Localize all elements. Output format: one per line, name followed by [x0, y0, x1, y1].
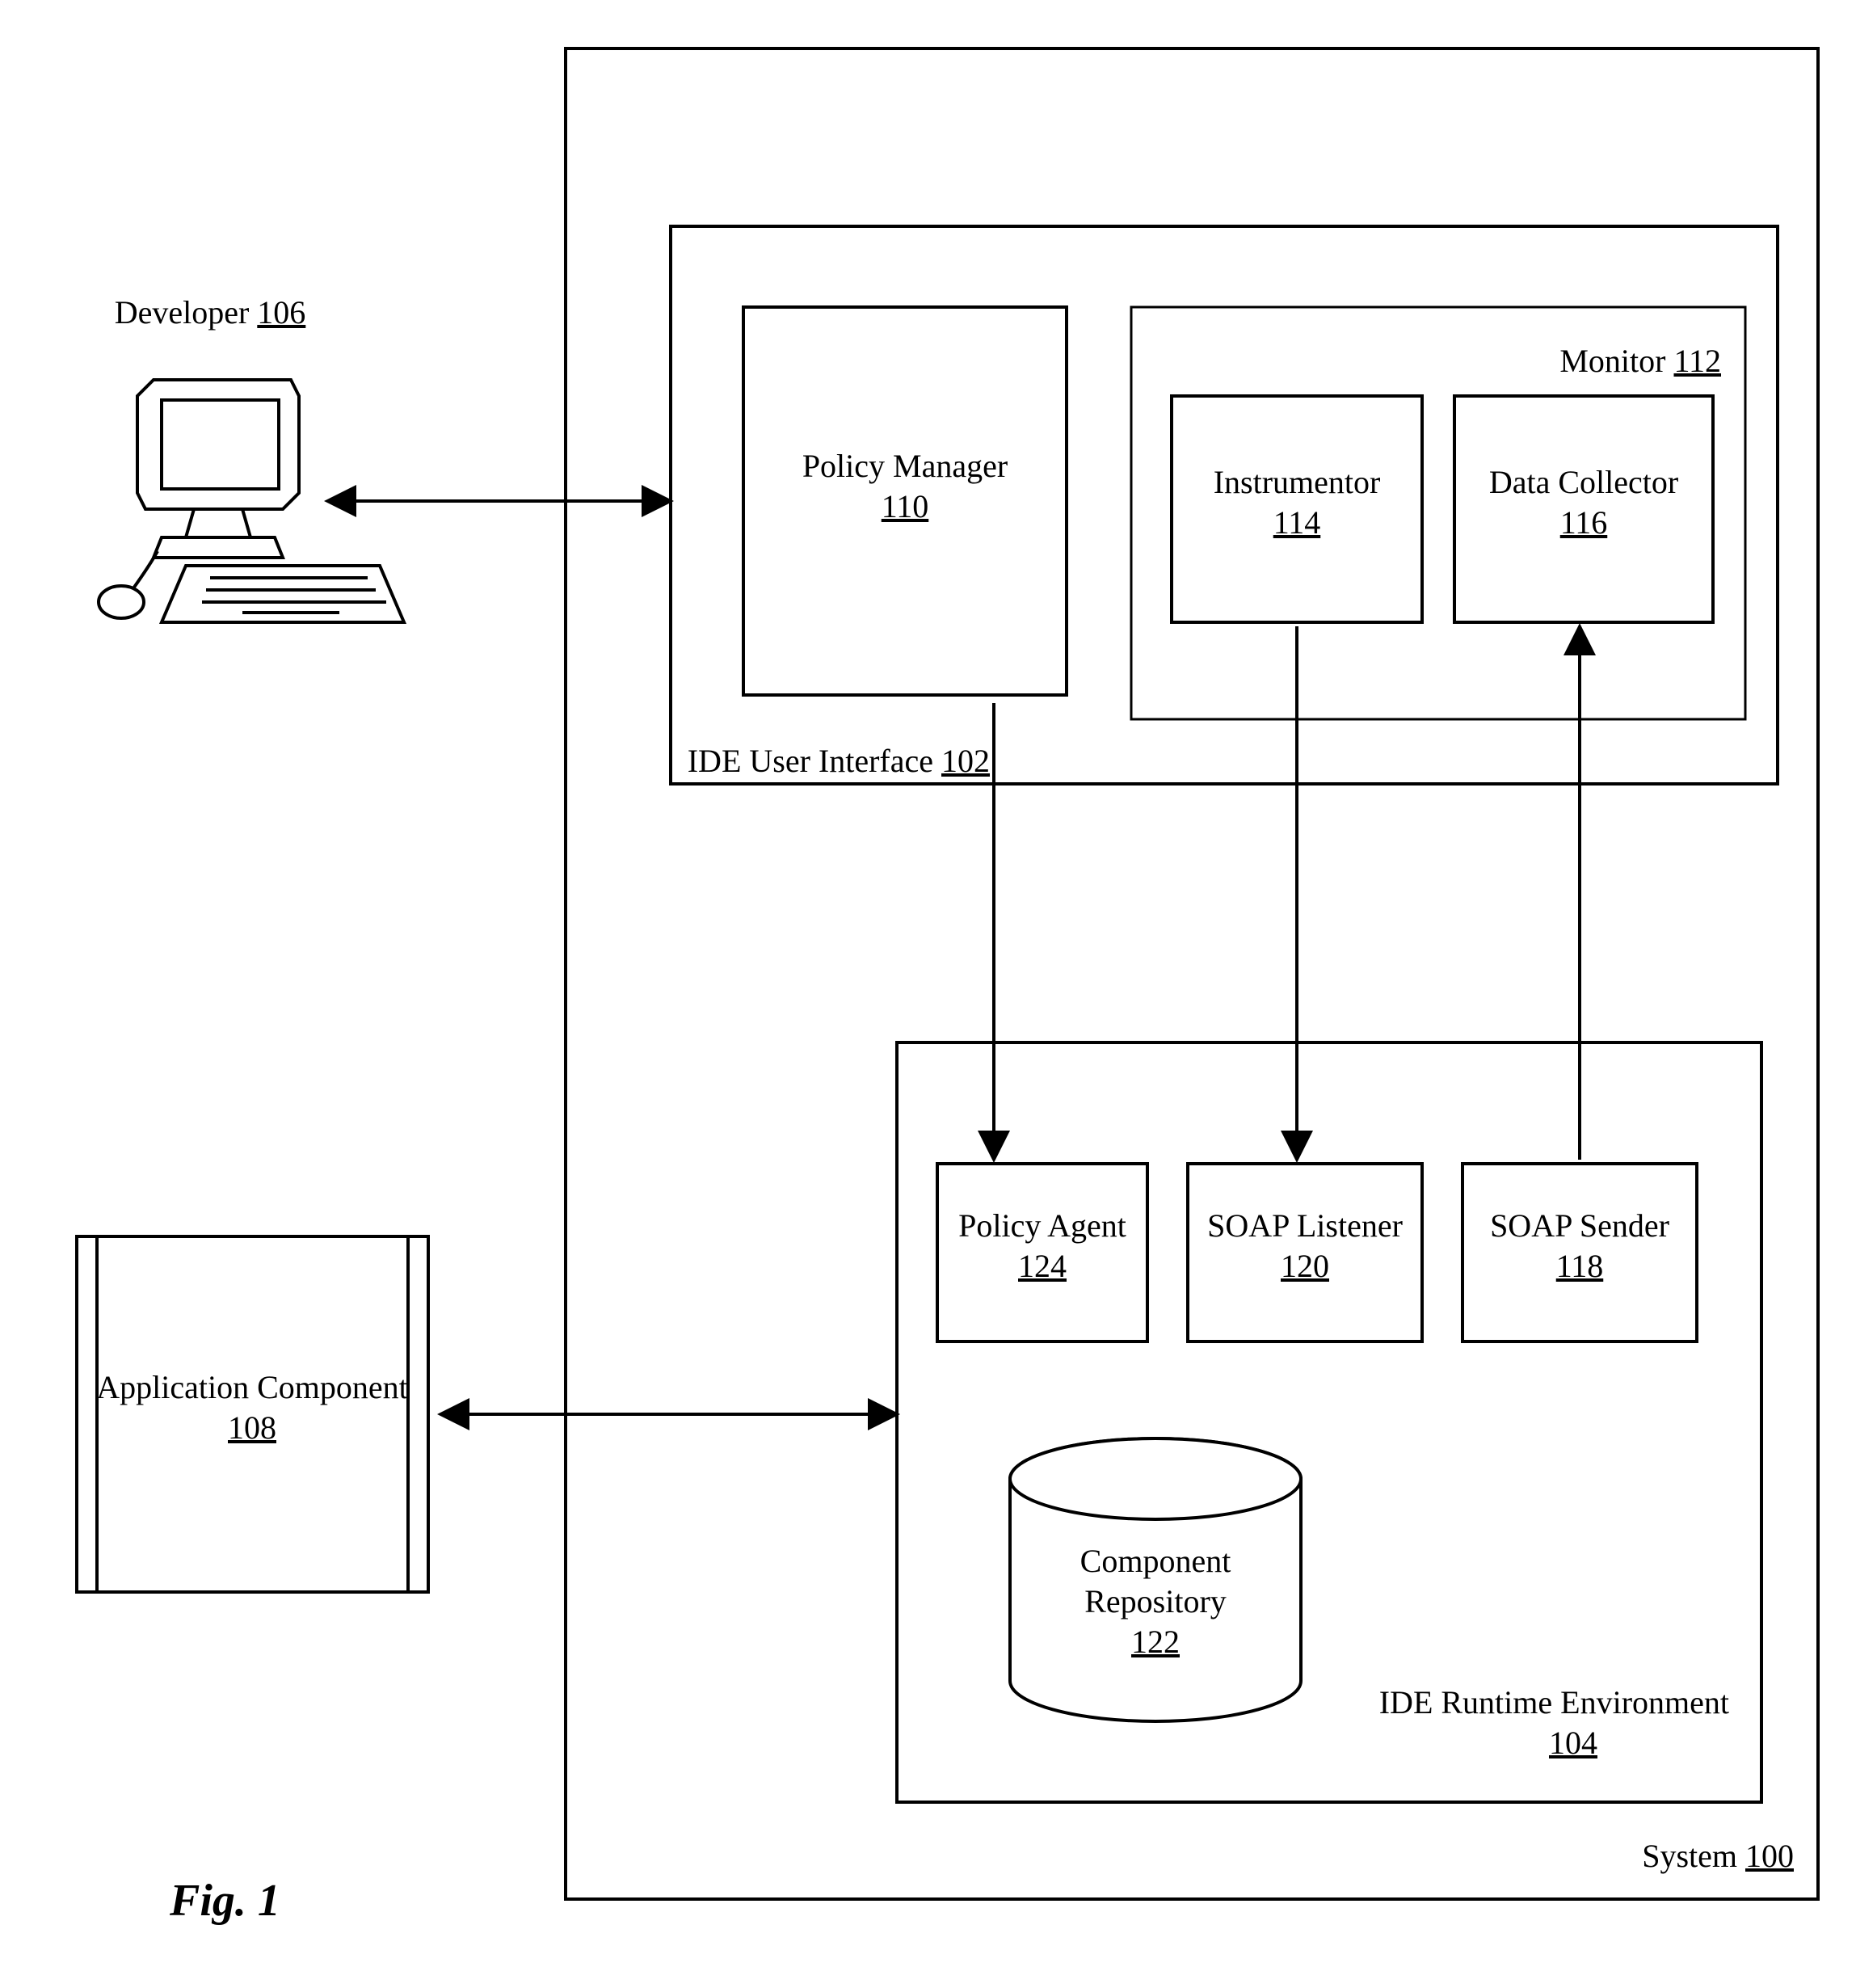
system-label: System 100	[1642, 1838, 1794, 1874]
policy-manager-label: Policy Manager	[802, 448, 1008, 484]
policy-manager-ref: 110	[882, 488, 929, 524]
instrumentor-ref: 114	[1273, 504, 1321, 541]
runtime-label: IDE Runtime Environment	[1379, 1684, 1729, 1721]
developer-label: Developer 106	[115, 294, 306, 331]
policy-agent-ref: 124	[1018, 1248, 1067, 1284]
app-component-label: Application Component	[96, 1369, 408, 1405]
architecture-diagram: .box { fill:none; stroke:#000; stroke-wi…	[0, 0, 1856, 1988]
instrumentor-label: Instrumentor	[1214, 464, 1381, 500]
ide-ui-box	[671, 226, 1778, 784]
figure-label: Fig. 1	[169, 1876, 280, 1926]
soap-sender-label: SOAP Sender	[1490, 1207, 1669, 1244]
ide-ui-label: IDE User Interface 102	[688, 743, 990, 779]
policy-agent-label: Policy Agent	[958, 1207, 1126, 1244]
repository-ref: 122	[1131, 1624, 1180, 1660]
repository-label-2: Repository	[1084, 1583, 1227, 1619]
data-collector-ref: 116	[1560, 504, 1608, 541]
repository-cylinder	[1010, 1438, 1301, 1721]
app-component-ref: 108	[228, 1409, 276, 1446]
repository-label-1: Component	[1080, 1543, 1231, 1579]
monitor-label: Monitor 112	[1559, 343, 1721, 379]
soap-sender-ref: 118	[1556, 1248, 1604, 1284]
soap-listener-ref: 120	[1281, 1248, 1329, 1284]
runtime-ref: 104	[1549, 1725, 1597, 1761]
soap-listener-label: SOAP Listener	[1207, 1207, 1403, 1244]
data-collector-label: Data Collector	[1489, 464, 1678, 500]
